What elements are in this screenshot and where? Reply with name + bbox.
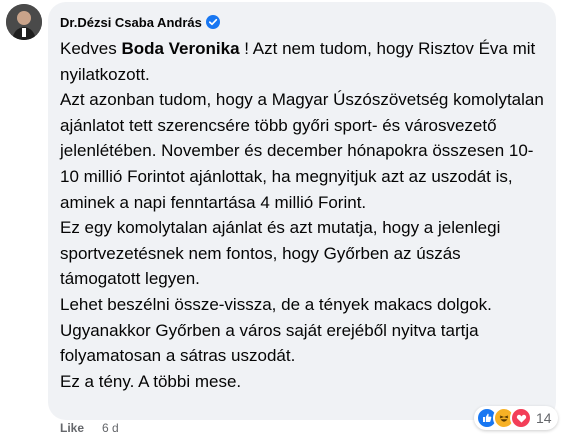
- timestamp[interactable]: 6 d: [102, 421, 119, 435]
- verified-badge-icon: [205, 15, 220, 29]
- comment-paragraph: Lehet beszélni össze-vissza, de a tények…: [60, 294, 492, 314]
- reaction-count: 14: [536, 410, 552, 426]
- comment-actions: Like 6 d: [60, 421, 119, 435]
- comment-paragraph: Ugyanakkor Győrben a város saját erejébő…: [60, 320, 479, 366]
- comment-paragraph: Azt azonban tudom, hogy a Magyar Úszószö…: [60, 90, 544, 212]
- author-name[interactable]: Dr.Dézsi Csaba András: [60, 15, 202, 30]
- comment-paragraph: Kedves Boda Veronika ! Azt nem tudom, ho…: [60, 36, 544, 87]
- comment-paragraph: Ez a tény. A többi mese.: [60, 371, 242, 391]
- avatar[interactable]: [6, 4, 42, 40]
- comment-paragraph: Ez egy komolytalan ajánlat és azt mutatj…: [60, 218, 501, 289]
- comment-text: Kedves Boda Veronika ! Azt nem tudom, ho…: [60, 36, 544, 394]
- greeting-text: Kedves: [60, 39, 122, 58]
- author-row: Dr.Dézsi Csaba András: [60, 12, 544, 32]
- like-button[interactable]: Like: [60, 421, 84, 435]
- love-icon: [510, 407, 532, 429]
- reactions-summary[interactable]: 14: [474, 406, 558, 430]
- mention-link[interactable]: Boda Veronika: [121, 39, 239, 58]
- comment-bubble: Dr.Dézsi Csaba András Kedves Boda Veroni…: [48, 2, 556, 420]
